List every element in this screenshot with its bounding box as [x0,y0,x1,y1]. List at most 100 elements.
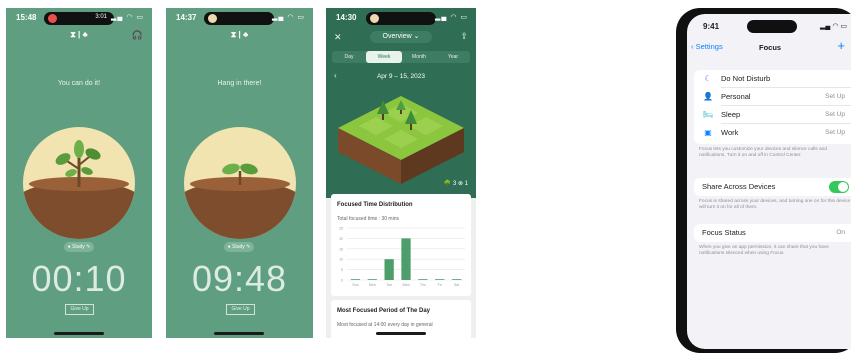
status-time: 14:37 [176,13,196,22]
x-tick-label: Fri [438,283,442,287]
focus-row-do-not-disturb[interactable]: ☾Do Not Disturb› [694,70,851,88]
forest-timer-screen-2: 14:37 ▂▄ ◠ ▭ ⧗ | ♣ Hang in there! ● Stud… [166,8,313,338]
tab-month[interactable]: Month [402,51,436,63]
focus-row-value: Set Up [825,93,845,100]
sapling-icon [23,127,135,239]
sleep-icon: 🛏 [703,110,713,120]
countdown-timer: 09:48 [166,258,313,300]
forest-stats: 🌳 3 ⊗ 1 [444,180,468,187]
x-tick-label: Sun [352,283,358,287]
dynamic-island [747,20,797,33]
seedling-icon [184,127,296,239]
recording-icon [48,14,57,23]
share-across-devices-row: Share Across Devices [694,178,851,196]
share-description: Focus is shared across your devices, and… [699,199,851,211]
back-label: Settings [696,42,723,51]
overview-dropdown[interactable]: Overview ⌄ [370,31,432,43]
share-icon[interactable]: ⇪ [460,31,468,42]
focus-row-value: Set Up [825,111,845,118]
forest-overview-screen: 14:30 ▂▄ ◠ ▭ ✕ Overview ⌄ ⇪ Day Week Mon… [326,8,476,338]
y-tick-label: 25 [339,227,343,231]
bar-tue [385,259,394,280]
x-tick-label: Wed [402,283,409,287]
study-tag[interactable]: ● Study ✎ [224,242,254,252]
close-icon[interactable]: ✕ [334,32,342,43]
tab-year[interactable]: Year [436,51,470,63]
status-time: 14:30 [336,13,356,22]
x-tick-label: Mon [369,283,376,287]
focus-row-work[interactable]: ▣WorkSet Up› [694,124,851,142]
tree-circle [184,127,296,239]
add-button[interactable]: + [837,38,845,53]
share-toggle[interactable] [829,181,849,193]
y-tick-label: 5 [341,268,343,272]
x-tick-label: Tue [386,283,392,287]
dynamic-island: 3:01 [44,12,114,25]
focus-description: Focus lets you customize your devices an… [699,147,851,159]
bar-fri [435,279,444,280]
study-tag[interactable]: ● Study ✎ [64,242,94,252]
focused-time-card: Focused Time Distribution Total focused … [331,194,471,296]
home-indicator [376,332,426,335]
status-bar: 14:37 ▂▄ ◠ ▭ [166,8,313,28]
status-time: 15:48 [16,13,36,22]
x-tick-label: Sat [454,283,459,287]
focus-row-label: Do Not Disturb [721,74,770,83]
page-title: Focus [759,43,781,52]
status-group: Focus Status On › [694,224,851,242]
y-tick-label: 20 [339,237,343,241]
forest-timer-screen-1: 15:48 3:01 ▂▄ ◠ ▭ ⧗ | ♣ 🎧 You can do it!… [6,8,152,338]
dynamic-island [204,12,274,25]
y-tick-label: 15 [339,247,343,251]
focus-row-value: Set Up [825,129,845,136]
bar-thu [418,279,427,280]
focus-row-personal[interactable]: 👤PersonalSet Up› [694,88,851,106]
mode-switch[interactable]: ⧗ | ♣ [166,30,313,40]
app-icon [370,14,379,23]
share-group: Share Across Devices [694,178,851,196]
focus-settings-screen: 9:41 ▂▄ ◠ ▭ ‹ Settings Focus + ☾Do Not D… [687,14,851,349]
y-tick-label: 0 [341,279,343,283]
focus-row-label: Sleep [721,110,740,119]
bar-sat [452,279,461,280]
focus-row-sleep[interactable]: 🛏SleepSet Up› [694,106,851,124]
focus-status-label: Focus Status [702,228,746,237]
focus-list: ☾Do Not Disturb›👤PersonalSet Up›🛏SleepSe… [694,70,851,144]
x-tick-label: Thu [420,283,426,287]
focus-status-value: On [836,229,845,236]
focus-status-row[interactable]: Focus Status On › [694,224,851,242]
status-bar: 15:48 3:01 ▂▄ ◠ ▭ [6,8,152,28]
give-up-button[interactable]: Give Up [226,304,255,315]
tab-week[interactable]: Week [366,51,402,63]
mode-switch[interactable]: ⧗ | ♣ [6,30,152,40]
countdown-timer: 00:10 [6,258,152,300]
status-description: When you give an app permission, it can … [699,245,851,257]
signal-wifi-battery-icon: ▂▄ ◠ ▭ [435,13,468,21]
toggle-knob [838,182,848,192]
home-indicator [214,332,264,335]
card-subtitle: Most focused at 14:00 every day in gener… [337,322,433,328]
date-range: Apr 9 – 15, 2023 [326,73,476,80]
overview-header: 14:30 ▂▄ ◠ ▭ ✕ Overview ⌄ ⇪ Day Week Mon… [326,8,476,198]
island-text: 3:01 [95,14,107,20]
headphones-icon[interactable]: 🎧 [132,30,143,41]
bar-sun [351,279,360,280]
bar-wed [401,238,410,280]
bar-mon [368,279,377,280]
focused-time-chart: 0 5 10 15 20 25 Sun Mon Tue Wed Thu Fri Sat [331,224,471,294]
y-tick-label: 10 [339,258,343,262]
back-button[interactable]: ‹ Settings [691,42,723,51]
motivation-text: Hang in there! [166,80,313,87]
personal-icon: 👤 [703,92,713,102]
tab-day[interactable]: Day [332,51,366,63]
give-up-button[interactable]: Give Up [65,304,94,315]
card-subtitle: Total focused time : 30 mins [337,216,399,222]
status-time: 9:41 [703,22,719,31]
focus-row-label: Work [721,128,738,137]
home-indicator [54,332,104,335]
do-not-disturb-icon: ☾ [703,74,713,84]
period-tabs: Day Week Month Year [332,51,470,63]
card-title: Focused Time Distribution [337,202,413,208]
app-icon [208,14,217,23]
status-bar: 14:30 ▂▄ ◠ ▭ [326,8,476,28]
